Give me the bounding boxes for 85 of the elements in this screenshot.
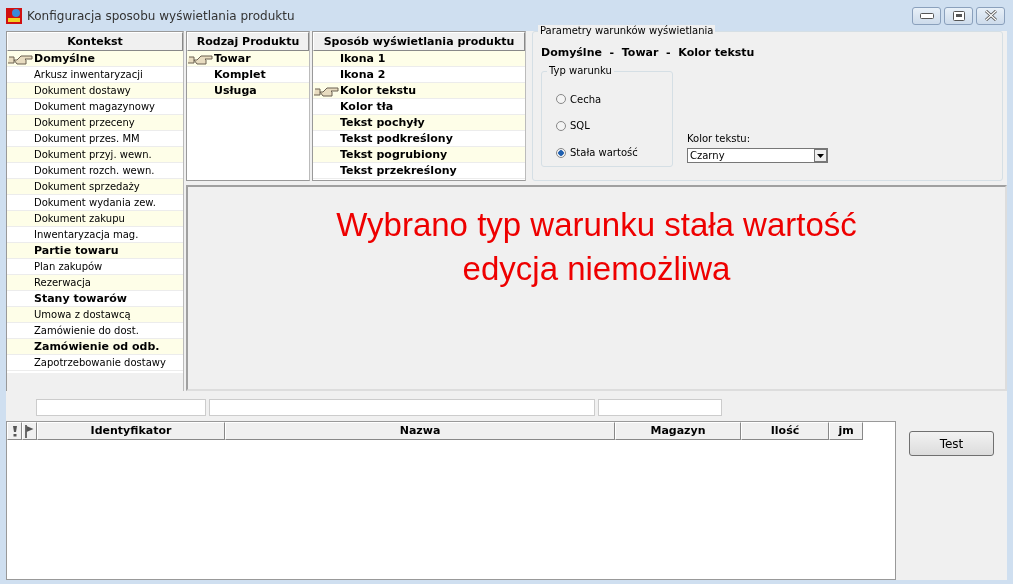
list-item[interactable]: Tekst przekreślony <box>313 163 525 179</box>
item-label: Tekst pogrubiony <box>340 148 448 161</box>
group-title: Parametry warunków wyświetlania <box>538 25 716 36</box>
minimize-icon <box>919 12 934 19</box>
list-item[interactable]: Towar <box>187 51 309 67</box>
test-button[interactable]: Test <box>909 431 994 456</box>
list-item[interactable]: Zapotrzebowanie dostawy <box>7 355 183 371</box>
list-item[interactable]: Domyślne <box>7 51 183 67</box>
pointing-hand-icon <box>8 53 34 65</box>
item-label: Arkusz inwentaryzacji <box>34 69 143 80</box>
item-label: Tekst podkreślony <box>340 132 453 145</box>
radio-option[interactable]: SQL <box>556 120 664 132</box>
item-label: Ikona 2 <box>340 68 386 81</box>
item-label: Dokument przeceny <box>34 117 135 128</box>
radio-option[interactable]: Cecha <box>556 93 664 105</box>
item-label: Zapotrzebowanie dostawy <box>34 357 166 368</box>
field-label: Kolor tekstu: <box>687 133 752 144</box>
list-item[interactable]: Dokument przeceny <box>7 115 183 131</box>
item-label: Tekst przekreślony <box>340 164 457 177</box>
list-item[interactable]: Tekst pogrubiony <box>313 147 525 163</box>
column-header: Sposób wyświetlania produktu <box>313 32 525 51</box>
list-item[interactable]: Dokument sprzedaży <box>7 179 183 195</box>
column-header[interactable]: Nazwa <box>225 422 615 440</box>
item-label: Partie towaru <box>34 244 119 257</box>
list-item[interactable]: Rezerwacja <box>7 275 183 291</box>
list-item[interactable]: Dokument dostawy <box>7 83 183 99</box>
list-item[interactable]: Zamówienie od odb. <box>7 339 183 355</box>
app-logo-icon <box>6 7 22 24</box>
item-label: Dokument przes. MM <box>34 133 140 144</box>
radio-button[interactable] <box>556 94 566 105</box>
group-title: Typ warunku <box>547 65 614 76</box>
selection-path: Domyślne - Towar - Kolor tekstu <box>541 46 756 59</box>
item-label: Inwentaryzacja mag. <box>34 229 139 240</box>
list-item[interactable]: Kolor tekstu <box>313 83 525 99</box>
column-header: Kontekst <box>7 32 183 51</box>
list-item[interactable]: Dokument przyj. wewn. <box>7 147 183 163</box>
minimize-button[interactable] <box>912 6 941 25</box>
list-item[interactable]: Umowa z dostawcą <box>7 307 183 323</box>
color-dropdown[interactable]: Czarny <box>687 148 828 163</box>
list-item[interactable]: Ikona 1 <box>313 51 525 67</box>
column-header[interactable]: Magazyn <box>615 422 741 440</box>
radio-button[interactable] <box>556 121 566 131</box>
item-label: Dokument rozch. wewn. <box>34 165 155 176</box>
item-label: Komplet <box>214 68 266 81</box>
status-message: Wybrano typ warunku stała wartość edycja niemożliwa <box>335 205 858 289</box>
column-header[interactable]: Identyfikator <box>37 422 225 440</box>
column-header: Rodzaj Produktu <box>187 32 309 51</box>
window-title: Konfiguracja sposobu wyświetlania produktu <box>27 8 295 23</box>
pointing-hand-icon <box>188 53 214 65</box>
maximize-button[interactable] <box>944 6 973 25</box>
filter-field[interactable] <box>598 399 722 416</box>
column-header[interactable]: Ilość <box>741 422 829 440</box>
radio-button[interactable] <box>556 147 566 158</box>
maximize-icon <box>952 10 965 21</box>
item-label: Kolor tekstu <box>340 84 417 97</box>
item-label: Dokument sprzedaży <box>34 181 140 192</box>
item-label: Plan zakupów <box>34 261 103 272</box>
radio-option[interactable]: Stała wartość <box>556 147 664 159</box>
list-item[interactable]: Usługa <box>187 83 309 99</box>
item-label: Dokument dostawy <box>34 85 131 96</box>
item-label: Zamówienie do dost. <box>34 325 139 336</box>
item-label: Tekst pochyły <box>340 116 425 129</box>
exclamation-icon <box>11 425 18 437</box>
list-item[interactable]: Partie towaru <box>7 243 183 259</box>
item-label: Stany towarów <box>34 292 127 305</box>
item-label: Rezerwacja <box>34 277 91 288</box>
item-label: Dokument magazynowy <box>34 101 156 112</box>
item-label: Dokument zakupu <box>34 213 125 224</box>
list-item[interactable]: Dokument zakupu <box>7 211 183 227</box>
item-label: Zamówienie od odb. <box>34 340 160 353</box>
item-label: Dokument wydania zew. <box>34 197 156 208</box>
filter-field[interactable] <box>209 399 595 416</box>
filter-field[interactable] <box>36 399 206 416</box>
item-label: Towar <box>214 52 251 65</box>
close-button[interactable] <box>976 6 1005 25</box>
close-icon <box>983 10 998 21</box>
item-label: Dokument przyj. wewn. <box>34 149 152 160</box>
list-item[interactable]: Tekst pochyły <box>313 115 525 131</box>
item-label: Kolor tła <box>340 100 394 113</box>
pointing-hand-icon <box>314 85 340 97</box>
item-label: Umowa z dostawcą <box>34 309 131 320</box>
column-header[interactable]: jm <box>829 422 863 440</box>
item-label: Usługa <box>214 84 257 97</box>
item-label: Domyślne <box>34 52 95 65</box>
item-label: Ikona 1 <box>340 52 386 65</box>
